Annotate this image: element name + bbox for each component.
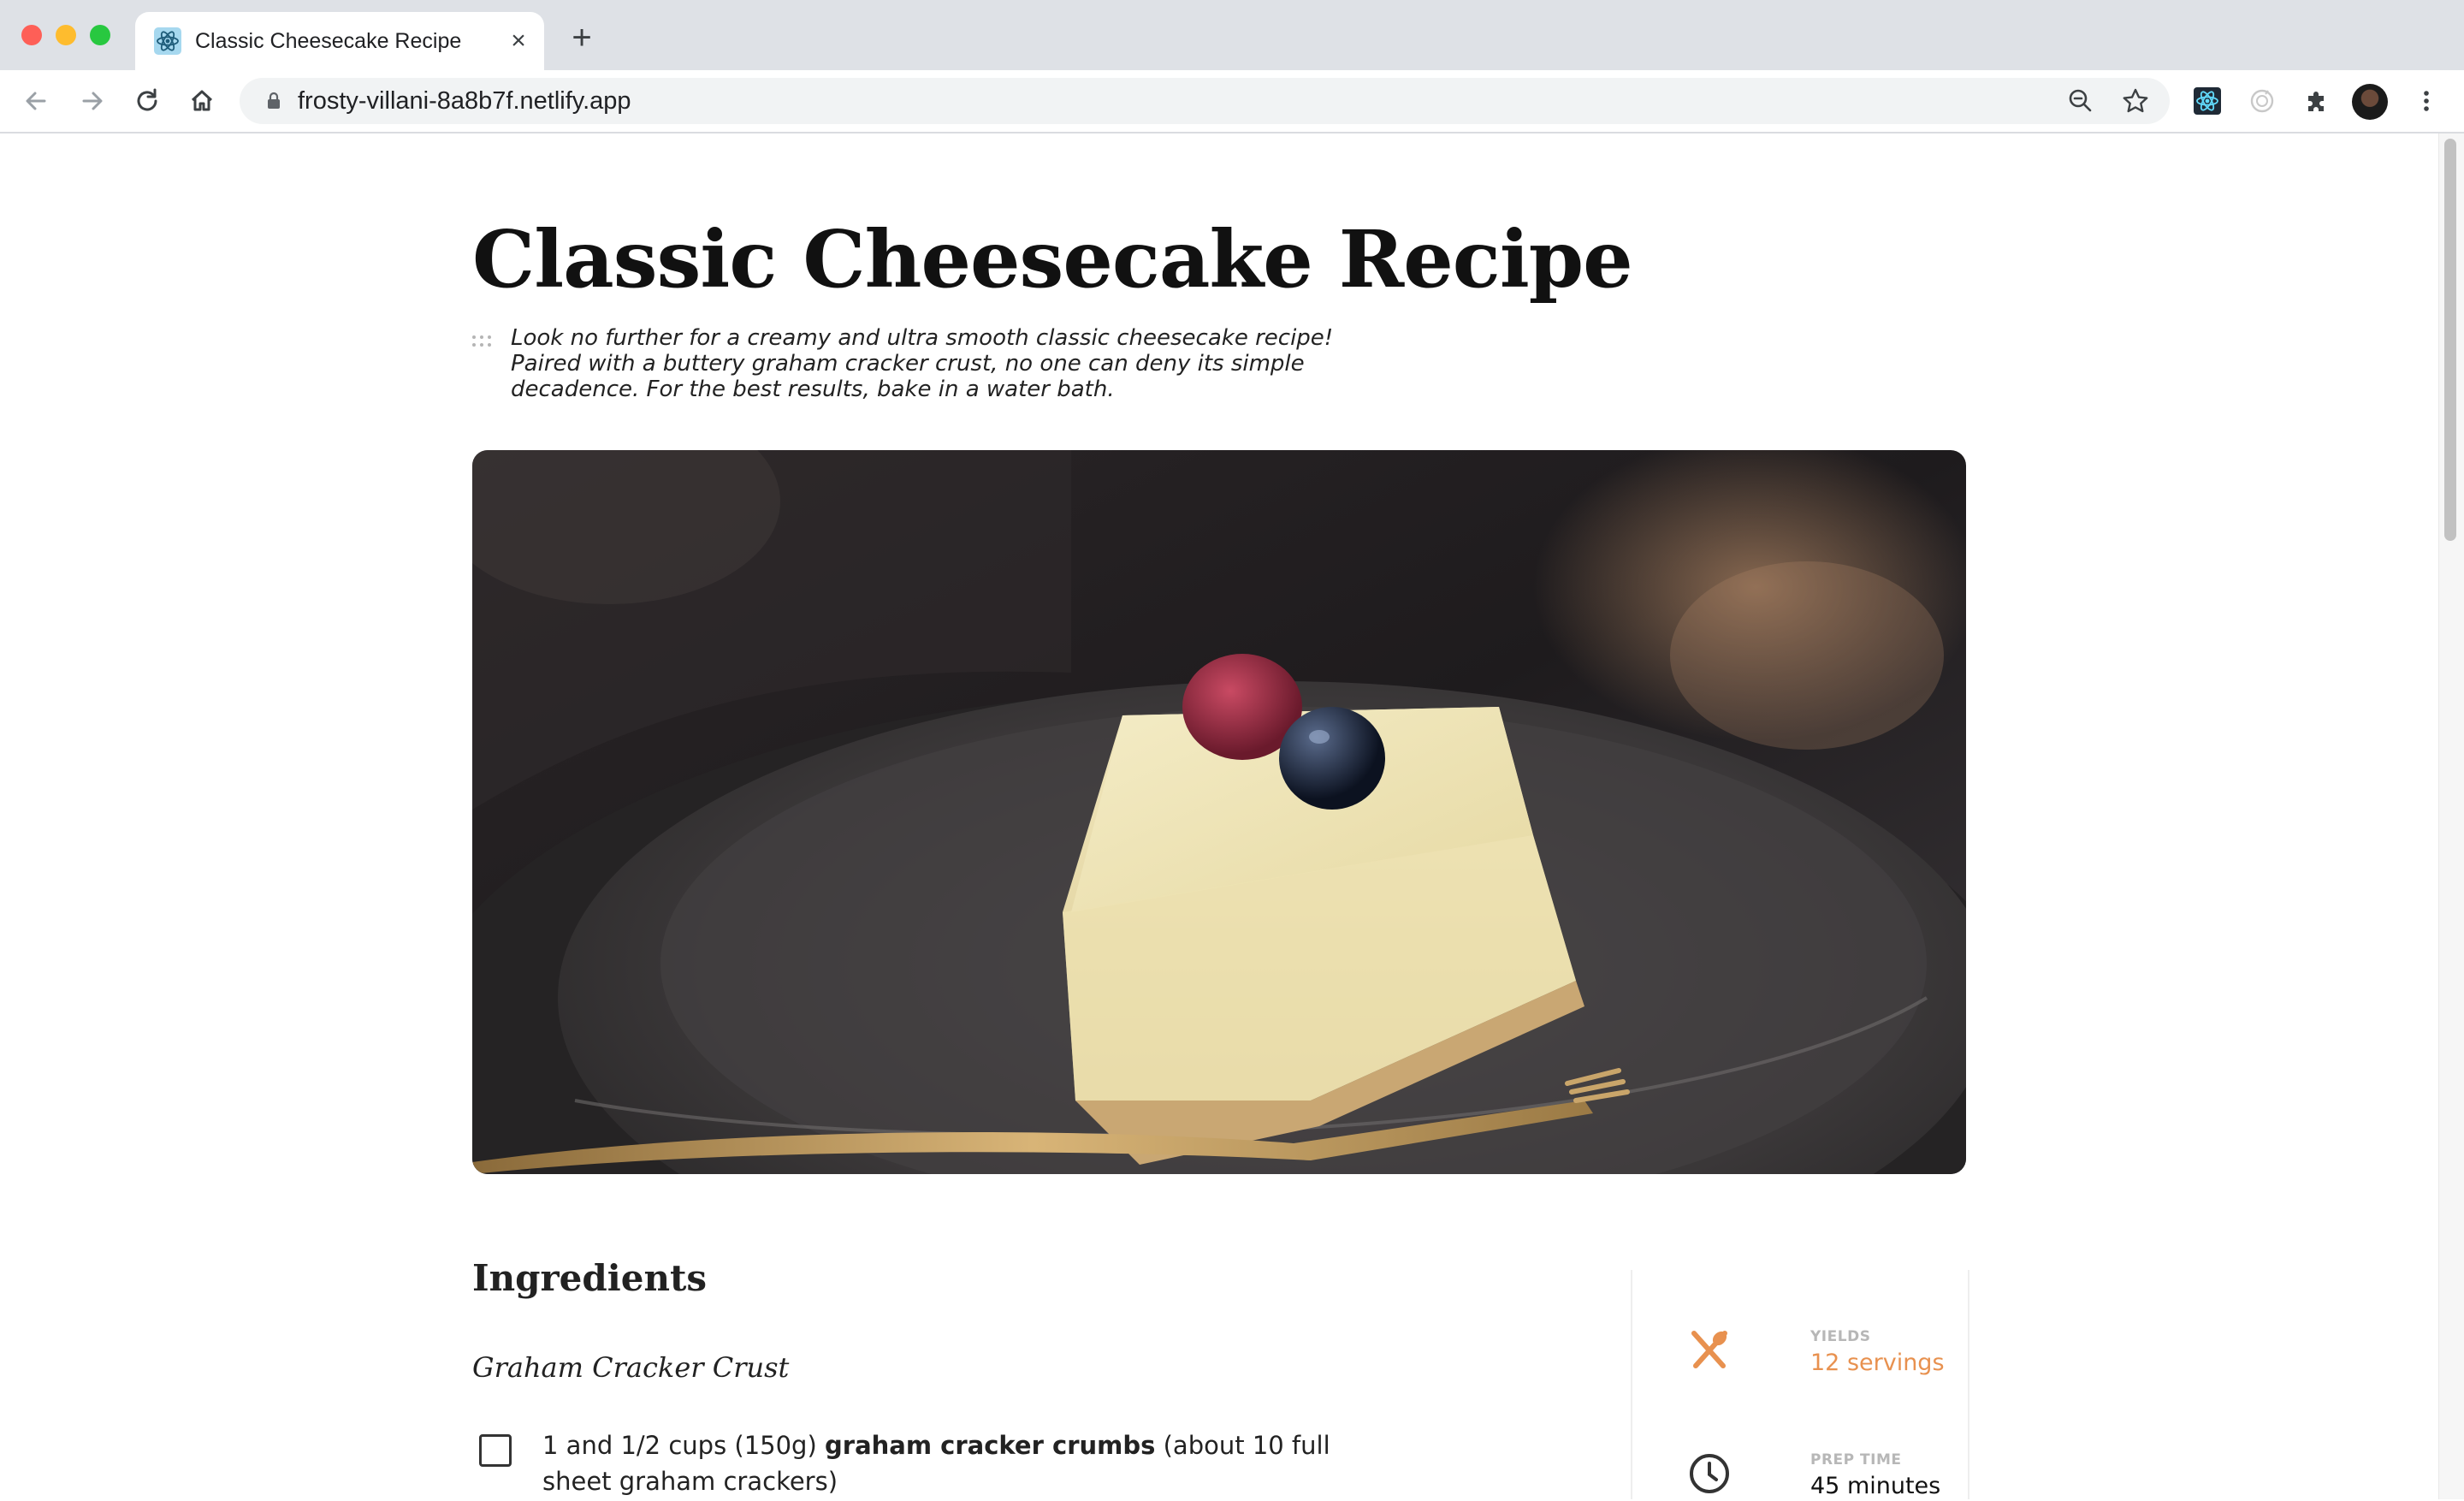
extension-circle-icon[interactable]: [2247, 86, 2277, 116]
yields-label: YIELDS: [1810, 1328, 1871, 1345]
back-arrow-icon[interactable]: [21, 86, 51, 116]
ingredient-checkbox[interactable]: [479, 1434, 512, 1467]
url-text: frosty-villani-8a8b7f.netlify.app: [298, 87, 631, 115]
address-bar[interactable]: frosty-villani-8a8b7f.netlify.app: [240, 78, 2170, 124]
ingredient-name: graham cracker crumbs: [825, 1431, 1156, 1460]
maximize-window-button[interactable]: [90, 25, 110, 45]
new-tab-button[interactable]: +: [566, 21, 597, 55]
recipe-description: Look no further for a creamy and ultra s…: [511, 325, 1334, 402]
drag-handle-icon[interactable]: [472, 335, 493, 349]
react-devtools-extension-icon[interactable]: [2192, 86, 2223, 116]
minimize-window-button[interactable]: [56, 25, 76, 45]
ingredients-heading: Ingredients: [472, 1257, 708, 1299]
tab-title: Classic Cheesecake Recipe: [195, 29, 462, 53]
lock-icon: [268, 92, 280, 109]
tab-close-icon[interactable]: ×: [503, 26, 534, 56]
more-menu-icon[interactable]: [2411, 86, 2442, 116]
reload-icon[interactable]: [132, 86, 163, 116]
ingredient-section-title: Graham Cracker Crust: [472, 1351, 790, 1384]
cheesecake-hero-image: [472, 450, 1966, 1174]
zoom-out-icon[interactable]: [2065, 86, 2096, 116]
recipe-info-panel: YIELDS 12 servings PREP TIME 45 minutes: [1631, 1270, 1969, 1499]
prep-time-value: 45 minutes: [1810, 1473, 1941, 1499]
ingredient-amount: 1 and 1/2 cups (150g): [542, 1431, 817, 1460]
close-window-button[interactable]: [21, 25, 42, 45]
home-icon[interactable]: [187, 86, 217, 116]
extensions-puzzle-icon[interactable]: [2301, 86, 2332, 116]
browser-tab-active[interactable]: Classic Cheesecake Recipe ×: [135, 12, 544, 70]
forward-arrow-icon[interactable]: [77, 86, 108, 116]
page-scrollbar-thumb[interactable]: [2444, 139, 2456, 541]
browser-tab-strip: Classic Cheesecake Recipe × +: [0, 0, 2464, 70]
react-favicon-icon: [154, 27, 181, 55]
recipe-title: Classic Cheesecake Recipe: [472, 213, 1633, 306]
browser-toolbar: frosty-villani-8a8b7f.netlify.app: [0, 70, 2464, 133]
clock-icon: [1690, 1454, 1729, 1493]
profile-avatar[interactable]: [2352, 84, 2388, 120]
bookmark-star-icon[interactable]: [2120, 86, 2151, 116]
prep-time-label: PREP TIME: [1810, 1451, 1902, 1468]
yields-value: 12 servings: [1810, 1350, 1945, 1376]
utensils-icon: [1691, 1331, 1727, 1368]
ingredient-text: 1 and 1/2 cups (150g) graham cracker cru…: [542, 1427, 1398, 1499]
